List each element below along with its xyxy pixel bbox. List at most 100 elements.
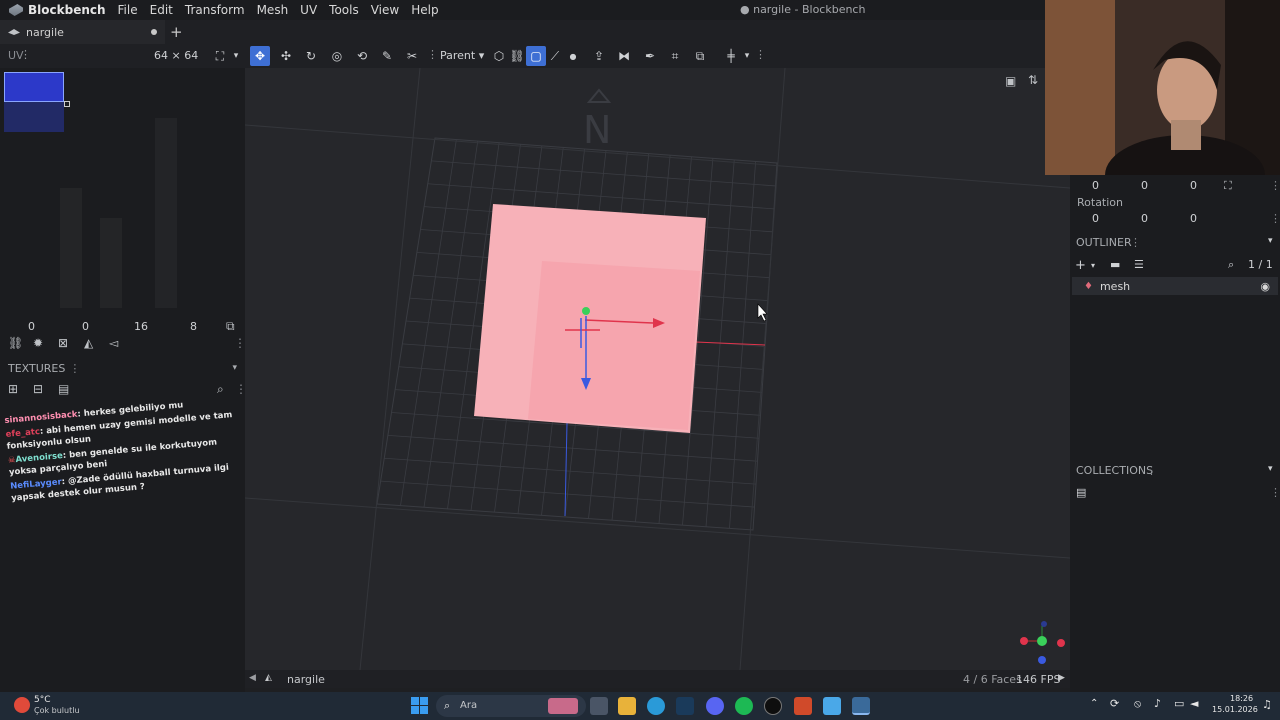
uv-height-value[interactable]: 8 — [190, 320, 197, 333]
menu-uv[interactable]: UV — [300, 3, 317, 17]
viewport-canvas[interactable]: N — [245, 68, 1070, 670]
chevron-down-icon[interactable]: ▾ — [226, 46, 246, 66]
add-texture-icon[interactable]: ⊞ — [8, 382, 18, 396]
menu-help[interactable]: Help — [411, 3, 438, 17]
chevron-up-icon[interactable]: ⌃ — [1090, 698, 1098, 709]
outliner-menu-icon[interactable]: ⋮ — [1130, 236, 1141, 249]
face-select-icon[interactable]: ▢ — [526, 46, 546, 66]
unsaved-dot-icon[interactable] — [151, 29, 157, 35]
merge-icon[interactable]: ⧓ — [614, 46, 634, 66]
tray-icon-1[interactable]: ⟳ — [1110, 697, 1119, 710]
app-icon[interactable] — [823, 697, 841, 715]
rotation-more-icon[interactable]: ⋮ — [1270, 212, 1280, 225]
rotate-tool-icon[interactable]: ↻ — [301, 46, 321, 66]
edge-select-icon[interactable]: ⟋ — [545, 46, 565, 66]
rotate-uv-icon[interactable]: ◅ — [109, 336, 118, 350]
app-notification-icon[interactable] — [794, 697, 812, 715]
menu-view[interactable]: View — [371, 3, 399, 17]
link-icon[interactable]: ⛓ — [507, 46, 527, 66]
search-icon[interactable]: ⌕ — [217, 382, 224, 397]
volume-icon[interactable]: ◄ — [1190, 697, 1198, 710]
visibility-eye-icon[interactable]: ◉ — [1260, 280, 1270, 293]
brush-tool-icon[interactable]: ✎ — [377, 46, 397, 66]
extrude-icon[interactable]: ⇪ — [589, 46, 609, 66]
textures-header[interactable]: TEXTURES ⋮ ▾ — [0, 358, 245, 378]
add-tab-icon[interactable]: + — [170, 23, 183, 41]
rotation-x[interactable]: 0 — [1092, 212, 1099, 225]
auto-uv-icon[interactable]: ✹ — [33, 336, 43, 350]
position-more-icon[interactable]: ⋮ — [1270, 179, 1280, 192]
rotation-z[interactable]: 0 — [1190, 212, 1197, 225]
collections-menu-icon[interactable]: ⋮ — [1146, 464, 1157, 477]
collapse-icon[interactable]: ☰ — [1134, 258, 1144, 271]
selection-mode-icon[interactable]: ⬡ — [489, 46, 509, 66]
snap-uv-icon[interactable]: ⊠ — [58, 336, 68, 350]
add-group-icon[interactable]: ▬ — [1110, 258, 1120, 271]
uv-x-value[interactable]: 0 — [28, 320, 35, 333]
pivot-mode-select[interactable]: Parent ▾ — [440, 49, 484, 62]
outliner-item-mesh[interactable]: ♦ mesh ◉ — [1072, 277, 1278, 295]
unreal-engine-icon[interactable] — [764, 697, 782, 715]
breadcrumb[interactable]: nargile — [287, 673, 325, 686]
file-explorer-icon[interactable] — [618, 697, 636, 715]
pivot-tool-icon[interactable]: ◎ — [327, 46, 347, 66]
center-icon[interactable]: ⛶ — [1224, 179, 1232, 193]
uv-face-selection[interactable] — [4, 72, 64, 102]
rotation-y[interactable]: 0 — [1141, 212, 1148, 225]
add-dropdown-icon[interactable]: ▾ — [1091, 261, 1095, 270]
uv-width-value[interactable]: 16 — [134, 320, 148, 333]
menu-file[interactable]: File — [118, 3, 138, 17]
position-z[interactable]: 0 — [1190, 179, 1197, 192]
steam-icon[interactable] — [676, 697, 694, 715]
textures-menu-icon[interactable]: ⋮ — [69, 362, 80, 375]
toolbar-more-icon[interactable]: ⋮ — [755, 48, 766, 61]
copy-icon[interactable]: ⧉ — [226, 319, 235, 334]
menu-transform[interactable]: Transform — [185, 3, 245, 17]
add-element-icon[interactable]: + — [1075, 258, 1086, 273]
menu-edit[interactable]: Edit — [150, 3, 173, 17]
position-y[interactable]: 0 — [1141, 179, 1148, 192]
move-tool-icon[interactable]: ✥ — [250, 46, 270, 66]
dissolve-icon[interactable]: ⧉ — [690, 46, 710, 66]
pen-tool-icon[interactable]: ✒ — [640, 46, 660, 66]
gizmo-y-handle[interactable] — [582, 307, 590, 315]
microphone-icon[interactable]: ♪ — [1154, 697, 1161, 710]
menu-mesh[interactable]: Mesh — [257, 3, 289, 17]
orientation-widget[interactable] — [1020, 621, 1065, 664]
tray-icon-2[interactable]: ⦸ — [1134, 697, 1141, 711]
toolbar-menu-icon[interactable]: ⋮ — [427, 48, 438, 61]
uv-y-value[interactable]: 0 — [82, 320, 89, 333]
knife-tool-icon[interactable]: ✂ — [402, 46, 422, 66]
clock-date[interactable]: 15.01.2026 — [1212, 705, 1258, 714]
chevron-right-icon[interactable]: ▶ — [1058, 673, 1065, 683]
vertex-snap-icon[interactable]: ⟲ — [352, 46, 372, 66]
collections-more-icon[interactable]: ⋮ — [1270, 486, 1280, 499]
uv-menu-icon[interactable]: ⋮ — [20, 48, 31, 61]
screenshot-icon[interactable]: ▣ — [1005, 74, 1016, 88]
edge-browser-icon[interactable] — [647, 697, 665, 715]
clock-time[interactable]: 18:26 — [1230, 694, 1253, 703]
loop-cut-icon[interactable]: ⌗ — [665, 46, 685, 66]
collections-header[interactable]: COLLECTIONS ⋮ ▾ — [1070, 464, 1280, 482]
search-icon[interactable]: ⌕ — [1228, 258, 1234, 272]
texture-folder-icon[interactable]: ▤ — [58, 382, 69, 396]
vertex-select-icon[interactable]: ● — [563, 46, 583, 66]
taskbar-search[interactable]: ⌕ Ara — [436, 695, 586, 717]
chevron-down-icon[interactable]: ▾ — [1268, 236, 1273, 246]
uv-resize-handle[interactable] — [64, 101, 70, 107]
tab-nargile[interactable]: nargile — [0, 20, 165, 44]
3d-viewport[interactable]: N ▣ ⇅ — [245, 68, 1070, 670]
notification-bell-icon[interactable]: ♫ — [1262, 698, 1272, 711]
add-collection-icon[interactable]: ▤ — [1076, 486, 1086, 499]
weather-icon[interactable] — [14, 697, 30, 713]
chevron-down-icon[interactable]: ▾ — [1268, 464, 1273, 474]
outliner-header[interactable]: OUTLINER ⋮ ▾ — [1070, 236, 1280, 254]
import-texture-icon[interactable]: ⊟ — [33, 382, 43, 396]
network-icon[interactable]: ▭ — [1174, 697, 1184, 710]
mirror-uv-icon[interactable]: ◭ — [84, 336, 93, 350]
discord-icon[interactable] — [706, 697, 724, 715]
start-button[interactable] — [411, 697, 428, 714]
position-x[interactable]: 0 — [1092, 179, 1099, 192]
spotify-icon[interactable] — [735, 697, 753, 715]
task-view-icon[interactable] — [590, 697, 608, 715]
